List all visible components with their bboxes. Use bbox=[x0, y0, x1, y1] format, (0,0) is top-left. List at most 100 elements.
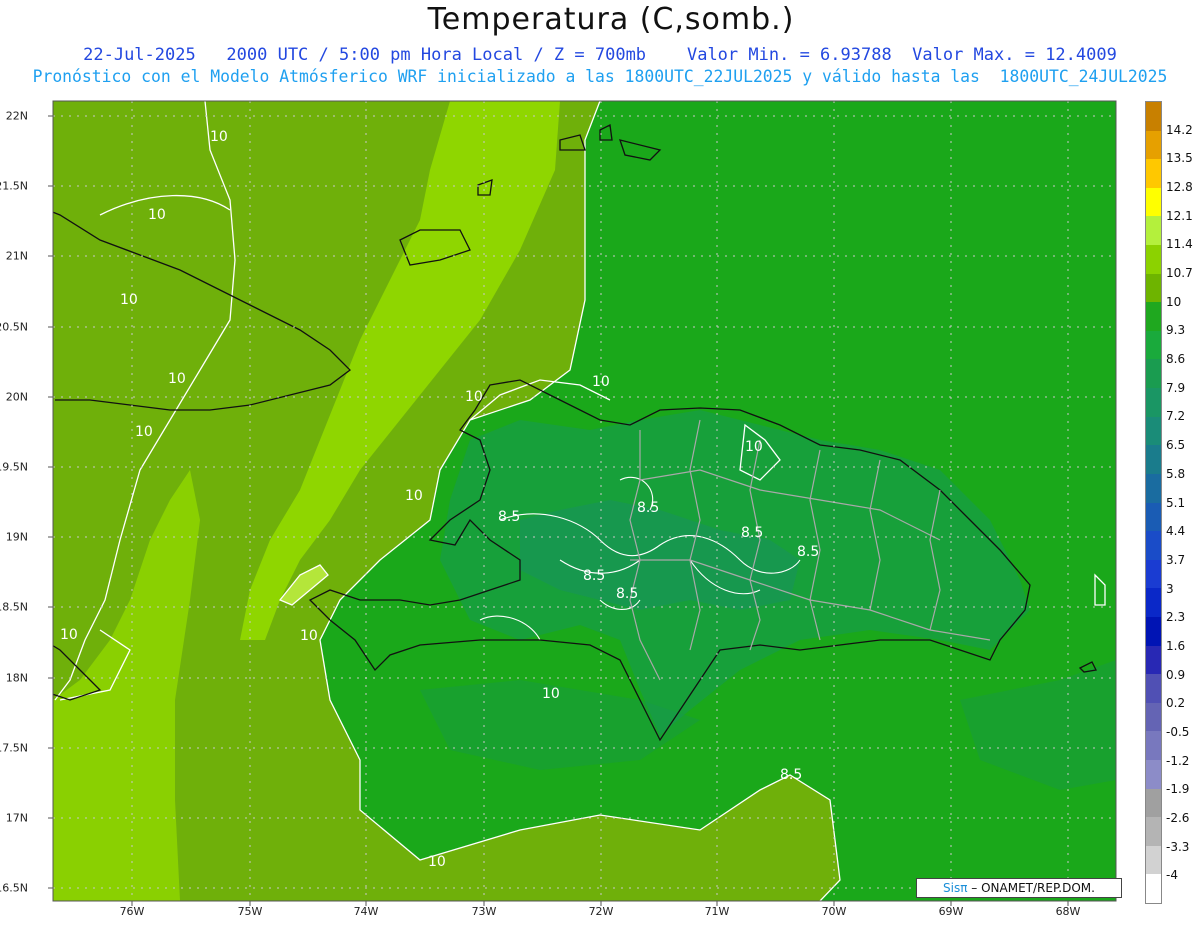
credit-box: Sisπ – ONAMET/REP.DOM. bbox=[916, 878, 1122, 898]
contour-label: 8.5 bbox=[637, 500, 659, 516]
colorbar-label: 5.8 bbox=[1166, 466, 1186, 481]
colorbar-label: 8.6 bbox=[1166, 352, 1186, 367]
colorbar bbox=[1145, 101, 1162, 904]
colorbar-swatch bbox=[1146, 216, 1161, 246]
colorbar-swatch bbox=[1146, 502, 1161, 532]
contour-label: 8.5 bbox=[498, 509, 520, 525]
contour-label: 8.5 bbox=[780, 767, 802, 783]
colorbar-swatch bbox=[1146, 330, 1161, 360]
colorbar-label: 11.4 bbox=[1166, 237, 1193, 252]
lon-label: 72W bbox=[588, 905, 614, 918]
colorbar-swatch bbox=[1146, 788, 1161, 818]
lon-label: 71W bbox=[704, 905, 730, 918]
colorbar-swatch bbox=[1146, 731, 1161, 761]
lon-label: 75W bbox=[237, 905, 263, 918]
lon-label: 70W bbox=[821, 905, 847, 918]
colorbar-label: 4.4 bbox=[1166, 524, 1186, 539]
lat-label: 22N bbox=[5, 109, 28, 123]
colorbar-swatch bbox=[1146, 760, 1161, 789]
contour-label: 10 bbox=[405, 488, 423, 504]
colorbar-swatch bbox=[1146, 531, 1161, 560]
contour-label: 8.5 bbox=[797, 544, 819, 560]
colorbar-label: 12.8 bbox=[1166, 180, 1193, 195]
contour-label: 10 bbox=[148, 207, 166, 223]
colorbar-label: 7.2 bbox=[1166, 409, 1186, 424]
colorbar-swatch bbox=[1146, 102, 1161, 131]
lat-label: 16.5N bbox=[0, 881, 28, 895]
contour-label: 10 bbox=[745, 439, 763, 455]
colorbar-label: -1.2 bbox=[1166, 753, 1190, 768]
colorbar-swatch bbox=[1146, 874, 1161, 904]
lat-label: 18.5N bbox=[0, 600, 28, 614]
colorbar-label: 3 bbox=[1166, 581, 1174, 596]
colorbar-swatch bbox=[1146, 302, 1161, 331]
colorbar-label: -2.6 bbox=[1166, 810, 1190, 825]
colorbar-label: -4 bbox=[1166, 868, 1178, 883]
colorbar-label: 0.9 bbox=[1166, 667, 1186, 682]
colorbar-label: 12.1 bbox=[1166, 208, 1193, 223]
contour-label: 10 bbox=[428, 854, 446, 870]
lat-label: 19N bbox=[5, 530, 28, 544]
colorbar-swatch bbox=[1146, 559, 1161, 589]
lat-label: 21N bbox=[5, 249, 28, 263]
contour-label: 10 bbox=[60, 627, 78, 643]
contour-label: 10 bbox=[300, 628, 318, 644]
colorbar-swatch bbox=[1146, 817, 1161, 846]
contour-label: 10 bbox=[542, 686, 560, 702]
colorbar-swatch bbox=[1146, 159, 1161, 188]
contour-label: 10 bbox=[465, 389, 483, 405]
colorbar-label: 5.1 bbox=[1166, 495, 1186, 510]
colorbar-label: 9.3 bbox=[1166, 323, 1186, 338]
colorbar-label: 14.2 bbox=[1166, 122, 1193, 137]
colorbar-label: 10 bbox=[1166, 294, 1182, 309]
colorbar-swatch bbox=[1146, 845, 1161, 875]
colorbar-label: 0.2 bbox=[1166, 696, 1186, 711]
contour-label: 10 bbox=[210, 129, 228, 145]
colorbar-label: 13.5 bbox=[1166, 151, 1193, 166]
credit-text: – ONAMET/REP.DOM. bbox=[971, 881, 1095, 895]
lat-label: 20N bbox=[5, 390, 28, 404]
lat-label: 21.5N bbox=[0, 179, 28, 193]
contour-label: 8.5 bbox=[616, 586, 638, 602]
colorbar-swatch bbox=[1146, 674, 1161, 703]
contour-label: 8.5 bbox=[583, 568, 605, 584]
contour-label: 10 bbox=[120, 292, 138, 308]
lon-label: 68W bbox=[1055, 905, 1081, 918]
colorbar-swatch bbox=[1146, 359, 1161, 389]
colorbar-label: 10.7 bbox=[1166, 266, 1193, 281]
colorbar-swatch bbox=[1146, 187, 1161, 217]
colorbar-label: -3.3 bbox=[1166, 839, 1190, 854]
colorbar-swatch bbox=[1146, 245, 1161, 274]
colorbar-label: -0.5 bbox=[1166, 724, 1190, 739]
lon-label: 69W bbox=[938, 905, 964, 918]
temperature-map: 10 10 10 10 10 10 10 10 10 10 10 10 10 8… bbox=[48, 100, 1117, 906]
contour-label: 10 bbox=[168, 371, 186, 387]
lat-label: 18N bbox=[5, 671, 28, 685]
sispi-logo: Sisπ bbox=[943, 881, 968, 895]
colorbar-swatch bbox=[1146, 273, 1161, 303]
colorbar-swatch bbox=[1146, 616, 1161, 646]
colorbar-label: -1.9 bbox=[1166, 782, 1190, 797]
lat-label: 19.5N bbox=[0, 460, 28, 474]
colorbar-swatch bbox=[1146, 645, 1161, 675]
colorbar-label: 7.9 bbox=[1166, 380, 1186, 395]
colorbar-swatch bbox=[1146, 388, 1161, 417]
contour-label: 8.5 bbox=[741, 525, 763, 541]
colorbar-swatch bbox=[1146, 702, 1161, 732]
contour-label: 10 bbox=[592, 374, 610, 390]
lon-label: 76W bbox=[119, 905, 145, 918]
colorbar-swatch bbox=[1146, 473, 1161, 503]
colorbar-label: 2.3 bbox=[1166, 610, 1186, 625]
colorbar-swatch bbox=[1146, 130, 1161, 160]
lat-label: 20.5N bbox=[0, 320, 28, 334]
colorbar-swatch bbox=[1146, 416, 1161, 446]
colorbar-swatch bbox=[1146, 588, 1161, 617]
contour-label: 10 bbox=[135, 424, 153, 440]
lat-label: 17N bbox=[5, 811, 28, 825]
colorbar-label: 3.7 bbox=[1166, 552, 1186, 567]
colorbar-label: 6.5 bbox=[1166, 438, 1186, 453]
lon-label: 74W bbox=[353, 905, 379, 918]
colorbar-swatch bbox=[1146, 445, 1161, 474]
lon-label: 73W bbox=[471, 905, 497, 918]
lat-label: 17.5N bbox=[0, 741, 28, 755]
